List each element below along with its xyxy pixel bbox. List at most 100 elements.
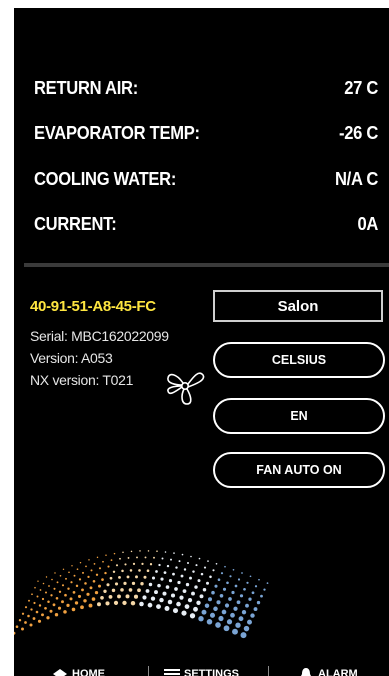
- decorative-dot: [226, 581, 229, 585]
- decorative-dot: [189, 613, 196, 619]
- decorative-dot: [143, 575, 147, 579]
- language-button[interactable]: EN: [213, 398, 385, 434]
- decorative-dot: [223, 625, 230, 632]
- decorative-dot: [39, 589, 42, 591]
- decorative-dot: [201, 609, 207, 615]
- decorative-dot: [245, 603, 249, 608]
- decorative-dot: [232, 628, 238, 635]
- decorative-dot: [241, 572, 243, 574]
- decorative-dot: [162, 591, 167, 596]
- decorative-dot: [27, 614, 30, 618]
- decorative-dot: [238, 616, 244, 622]
- decorative-dot: [75, 584, 79, 588]
- decorative-dot: [146, 569, 150, 573]
- decorative-dot: [164, 551, 167, 553]
- decorative-dot: [155, 570, 158, 573]
- decorative-dot: [170, 558, 172, 561]
- decorative-dot: [49, 609, 53, 613]
- decorative-dot: [97, 602, 101, 607]
- decorative-dot: [59, 574, 62, 577]
- decorative-dot: [28, 599, 30, 602]
- decorative-dot: [153, 556, 155, 559]
- location-name-box[interactable]: Salon: [213, 290, 383, 322]
- decorative-dot: [206, 619, 213, 625]
- decorative-dot: [234, 584, 238, 588]
- bottom-nav: HOME SETTINGS ALARM: [14, 658, 389, 676]
- fan-mode-button[interactable]: FAN AUTO ON: [213, 452, 385, 488]
- reading-label: COOLING WATER:: [34, 169, 177, 189]
- decorative-dot: [124, 563, 127, 566]
- decorative-dot: [51, 578, 53, 581]
- decorative-dot: [231, 590, 235, 595]
- decorative-dot: [209, 612, 216, 618]
- decorative-dot: [130, 600, 136, 606]
- nav-alarm[interactable]: ALARM: [298, 668, 358, 676]
- decorative-dot: [82, 571, 84, 574]
- decorative-dot: [88, 603, 93, 608]
- decorative-dot: [53, 587, 56, 590]
- decorative-dot: [122, 600, 127, 606]
- decorative-dot: [95, 573, 99, 576]
- decorative-dot: [219, 594, 224, 598]
- reading-value: -26 C: [338, 123, 379, 143]
- decorative-dot: [44, 606, 47, 610]
- decorative-dot: [31, 593, 33, 596]
- decorative-dot: [123, 581, 127, 586]
- decorative-dot: [205, 581, 210, 585]
- reading-value: 27 C: [344, 78, 379, 98]
- decorative-dot: [24, 606, 28, 609]
- decorative-dot: [113, 600, 119, 606]
- decorative-dot: [65, 577, 67, 580]
- reading-value: 0A: [357, 214, 379, 234]
- decorative-dot: [212, 569, 215, 572]
- decorative-dot: [248, 597, 252, 601]
- decorative-dot: [161, 557, 164, 560]
- decorative-dot: [249, 575, 252, 578]
- nav-settings[interactable]: SETTINGS: [164, 668, 239, 676]
- decorative-dot: [178, 560, 181, 563]
- decorative-dot: [54, 572, 56, 574]
- decorative-dot: [132, 562, 136, 565]
- decorative-dot: [41, 597, 45, 601]
- units-button[interactable]: CELSIUS: [213, 342, 385, 378]
- decorative-dot: [117, 594, 121, 599]
- decorative-dot: [165, 585, 170, 589]
- decorative-dot: [180, 574, 184, 578]
- decorative-dot: [168, 579, 173, 583]
- decorative-dot: [189, 576, 192, 580]
- decorative-dot: [197, 579, 201, 583]
- decorative-dot: [224, 565, 226, 568]
- decorative-dot: [86, 592, 90, 596]
- decorative-dot: [84, 582, 87, 585]
- decorative-dot: [119, 557, 121, 560]
- decorative-dot: [260, 594, 263, 598]
- decorative-dot: [190, 555, 192, 558]
- decorative-dot: [177, 580, 181, 585]
- decorative-dot: [112, 570, 116, 574]
- decorative-dot: [121, 569, 124, 573]
- decorative-dot: [192, 570, 195, 573]
- decorative-dot: [166, 564, 170, 568]
- decorative-dot: [232, 568, 235, 571]
- decorative-dot: [42, 582, 45, 585]
- decorative-dot: [76, 568, 79, 571]
- decorative-dot: [58, 590, 62, 593]
- decorative-dot: [79, 561, 82, 564]
- decorative-dot: [213, 606, 218, 612]
- decorative-dot: [45, 576, 48, 578]
- decorative-dot: [211, 590, 215, 595]
- decorative-dot: [226, 619, 233, 625]
- decorative-dot: [90, 569, 93, 572]
- nav-home[interactable]: HOME: [52, 668, 105, 676]
- decorative-dot: [68, 571, 70, 574]
- decorative-dot: [114, 582, 119, 586]
- decorative-dot: [122, 551, 124, 554]
- decorative-dot: [258, 578, 260, 581]
- decorative-dot: [52, 603, 56, 607]
- reading-label: EVAPORATOR TEMP:: [34, 123, 200, 143]
- divider: [24, 263, 389, 267]
- decorative-dot: [77, 594, 82, 598]
- decorative-dot: [34, 586, 36, 589]
- decorative-dot: [167, 599, 173, 605]
- decorative-dot: [88, 559, 90, 561]
